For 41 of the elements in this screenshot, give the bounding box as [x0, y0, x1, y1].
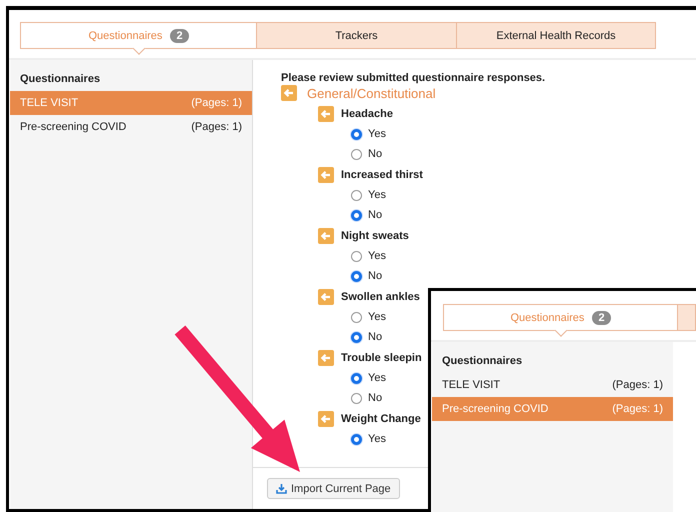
instruction-text: Please review submitted questionnaire responses. [281, 71, 546, 85]
question-label: Swollen ankles [341, 290, 420, 302]
radio-button[interactable] [351, 148, 362, 160]
option-label: Yes [368, 189, 386, 201]
sidebar-heading: Questionnaires [20, 72, 102, 87]
radio-button[interactable] [351, 128, 362, 140]
radio-button[interactable] [351, 392, 362, 404]
option-label: Yes [368, 250, 386, 262]
question-label: Night sweats [341, 230, 409, 242]
question-label: Headache [341, 108, 393, 120]
questionnaire-item[interactable]: Pre-screening COVID (Pages: 1) [10, 115, 252, 139]
tab[interactable] [678, 304, 696, 331]
question-label: Trouble sleepin [341, 352, 422, 364]
radio-button[interactable] [351, 250, 362, 262]
option-label: No [368, 148, 382, 160]
section-title: General/Constitutional [307, 86, 436, 100]
tab[interactable]: Trackers [257, 22, 457, 49]
option-label: Yes [368, 372, 386, 384]
radio-button[interactable] [351, 434, 362, 444]
tab[interactable]: External Health Records [457, 22, 656, 49]
question-label: Weight Change [341, 412, 421, 424]
radio-button[interactable] [351, 210, 362, 220]
option-label: Yes [368, 433, 386, 445]
count-badge: 2 [592, 310, 611, 324]
radio-button[interactable] [351, 332, 362, 342]
questionnaire-item[interactable]: TELE VISIT (Pages: 1) [432, 373, 673, 397]
option-label: No [368, 392, 382, 404]
count-badge: 2 [170, 28, 189, 42]
radio-button[interactable] [351, 190, 362, 200]
radio-button[interactable] [351, 270, 362, 282]
radio-button[interactable] [351, 312, 362, 322]
import-button[interactable]: Import Current Page [267, 478, 400, 499]
upload-icon [276, 483, 287, 494]
option-label: No [368, 331, 382, 343]
sidebar-heading: Questionnaires [442, 354, 524, 369]
option-label: Yes [368, 311, 386, 323]
option-label: Yes [368, 128, 386, 140]
option-label: No [368, 209, 382, 221]
question-label: Increased thirst [341, 168, 423, 180]
option-label: No [368, 270, 382, 282]
radio-button[interactable] [351, 372, 362, 384]
